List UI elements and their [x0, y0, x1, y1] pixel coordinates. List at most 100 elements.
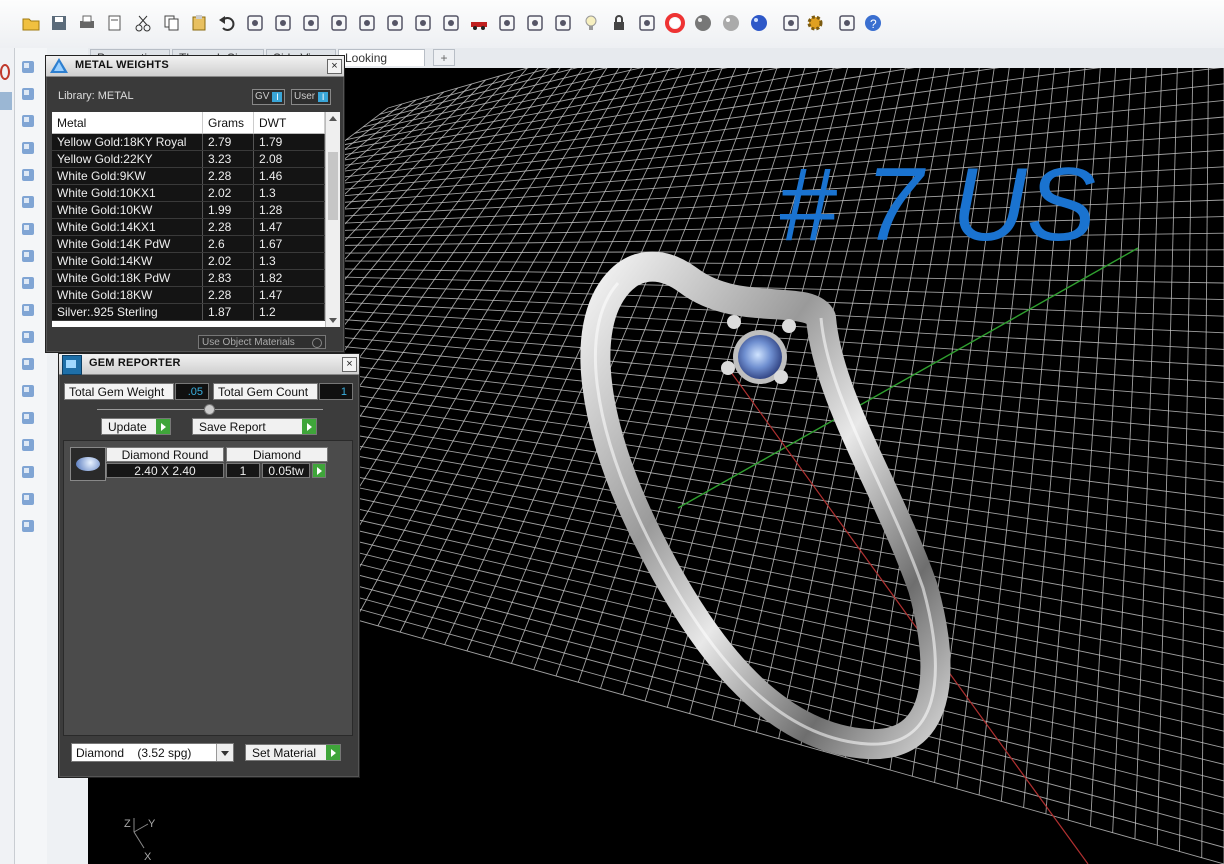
gem-weight-cell[interactable]: 0.05tw [262, 463, 310, 478]
close-icon[interactable]: × [342, 357, 357, 372]
column-header-grams[interactable]: Grams [202, 112, 254, 134]
save-report-button[interactable]: Save Report [192, 418, 317, 435]
table-row[interactable]: Silver:.925 Sterling 1.87 1.2 [52, 303, 325, 321]
table-row[interactable]: White Gold:14K PdW 2.6 1.67 [52, 235, 325, 253]
table-row[interactable]: Yellow Gold:18KY Royal 2.79 1.79 [52, 133, 325, 151]
close-icon[interactable]: × [327, 59, 342, 74]
transform-icon[interactable] [17, 191, 39, 213]
scroll-up-icon[interactable] [329, 116, 337, 121]
pencil-icon[interactable] [780, 12, 802, 34]
select-strip-icon[interactable] [0, 92, 12, 110]
gem-material-cell[interactable]: Diamond [226, 447, 328, 462]
gem-reporter-titlebar[interactable]: GEM REPORTER × [59, 354, 359, 375]
cut-icon[interactable] [132, 12, 154, 34]
table-row[interactable]: White Gold:18K PdW 2.83 1.82 [52, 269, 325, 287]
render-icon[interactable] [720, 12, 742, 34]
arc-icon[interactable] [17, 137, 39, 159]
table-row[interactable]: White Gold:9KW 2.28 1.46 [52, 167, 325, 185]
dimension-icon[interactable] [836, 12, 858, 34]
color-wheel-icon[interactable] [664, 12, 686, 34]
table-row[interactable]: White Gold:10KX1 2.02 1.3 [52, 184, 325, 202]
scrollbar-thumb[interactable] [328, 152, 338, 220]
properties-icon[interactable] [104, 12, 126, 34]
add-tab-button[interactable]: + [433, 49, 455, 66]
text-icon[interactable] [17, 380, 39, 402]
tab-looking-down[interactable]: Looking Down [338, 49, 425, 82]
car-icon[interactable] [468, 12, 490, 34]
polyline-icon[interactable] [17, 83, 39, 105]
rotate-view-icon[interactable] [272, 12, 294, 34]
metal-weights-icon [50, 58, 68, 73]
record-icon[interactable] [0, 64, 10, 80]
array-icon[interactable] [17, 407, 39, 429]
pan-hand-icon[interactable] [244, 12, 266, 34]
material-select[interactable]: Diamond (3.52 spg) [71, 743, 234, 762]
use-object-materials-toggle[interactable]: Use Object Materials [198, 335, 326, 349]
table-row[interactable]: Yellow Gold:22KY 3.23 2.08 [52, 150, 325, 168]
layer-icon[interactable] [636, 12, 658, 34]
table-row[interactable]: White Gold:18KW 2.28 1.47 [52, 286, 325, 304]
ring-model[interactable] [580, 251, 951, 760]
gem-shape-cell[interactable]: Diamond Round [106, 447, 224, 462]
ruler-icon[interactable] [17, 299, 39, 321]
axis-x-label: X [144, 851, 152, 863]
curve-icon[interactable] [17, 353, 39, 375]
grid-array-icon[interactable] [17, 461, 39, 483]
table-row[interactable]: White Gold:10KW 1.99 1.28 [52, 201, 325, 219]
gem-row-play-icon[interactable] [312, 463, 326, 478]
cell-grams: 1.99 [202, 201, 254, 219]
set-material-button[interactable]: Set Material [245, 744, 341, 761]
cylinder-icon[interactable] [17, 245, 39, 267]
rings-icon[interactable] [17, 326, 39, 348]
light-eye-icon[interactable] [496, 12, 518, 34]
column-header-metal[interactable]: Metal [52, 112, 203, 134]
column-header-dwt[interactable]: DWT [253, 112, 325, 134]
shape-icon[interactable] [17, 515, 39, 537]
circle-icon[interactable] [17, 110, 39, 132]
diamond-stone[interactable] [738, 335, 782, 379]
table-row[interactable]: White Gold:14KX1 2.28 1.47 [52, 218, 325, 236]
undo-icon[interactable] [216, 12, 238, 34]
select-arrow-icon[interactable] [17, 56, 39, 78]
gear-icon[interactable] [804, 12, 826, 34]
table-row[interactable]: White Gold:14KW 2.02 1.3 [52, 252, 325, 270]
snap-icon[interactable] [524, 12, 546, 34]
open-folder-icon[interactable] [20, 12, 42, 34]
zoom-extents-icon[interactable] [356, 12, 378, 34]
zoom-icon[interactable] [300, 12, 322, 34]
update-button[interactable]: Update [101, 418, 171, 435]
bulb-icon[interactable] [580, 12, 602, 34]
gem-size-cell[interactable]: 2.40 X 2.40 [106, 463, 224, 478]
lock-icon[interactable] [608, 12, 630, 34]
polygon-icon[interactable] [17, 164, 39, 186]
gem-thumbnail-icon[interactable] [70, 447, 106, 481]
play-arrow-icon [326, 745, 340, 760]
sphere-icon[interactable] [748, 12, 770, 34]
scroll-down-icon[interactable] [329, 318, 337, 323]
gem-list: Diamond Round Diamond 2.40 X 2.40 1 0.05… [63, 440, 353, 736]
zoom-window-icon[interactable] [328, 12, 350, 34]
solid-icon[interactable] [17, 434, 39, 456]
metal-table-scrollbar[interactable] [325, 112, 340, 327]
four-viewports-icon[interactable] [440, 12, 462, 34]
chevron-down-icon[interactable] [216, 744, 233, 761]
rotate-icon[interactable] [412, 12, 434, 34]
paste-icon[interactable] [188, 12, 210, 34]
ruler-angle-icon[interactable] [17, 488, 39, 510]
gv-toggle[interactable]: GV I [252, 89, 286, 105]
gear-tool-icon[interactable] [17, 272, 39, 294]
print-icon[interactable] [76, 12, 98, 34]
gem-count-cell[interactable]: 1 [226, 463, 260, 478]
grid-snap-icon[interactable] [552, 12, 574, 34]
box-icon[interactable] [17, 218, 39, 240]
cell-dwt: 1.79 [253, 133, 325, 151]
zoom-selected-icon[interactable] [384, 12, 406, 34]
shade-icon[interactable] [692, 12, 714, 34]
metal-weights-titlebar[interactable]: METAL WEIGHTS × [46, 56, 344, 77]
gv-toggle-label: GV [255, 91, 270, 102]
splitter-handle[interactable] [204, 404, 215, 415]
help-icon[interactable]: ? [862, 12, 884, 34]
save-icon[interactable] [48, 12, 70, 34]
copy-icon[interactable] [160, 12, 182, 34]
user-toggle[interactable]: User I [291, 89, 332, 105]
